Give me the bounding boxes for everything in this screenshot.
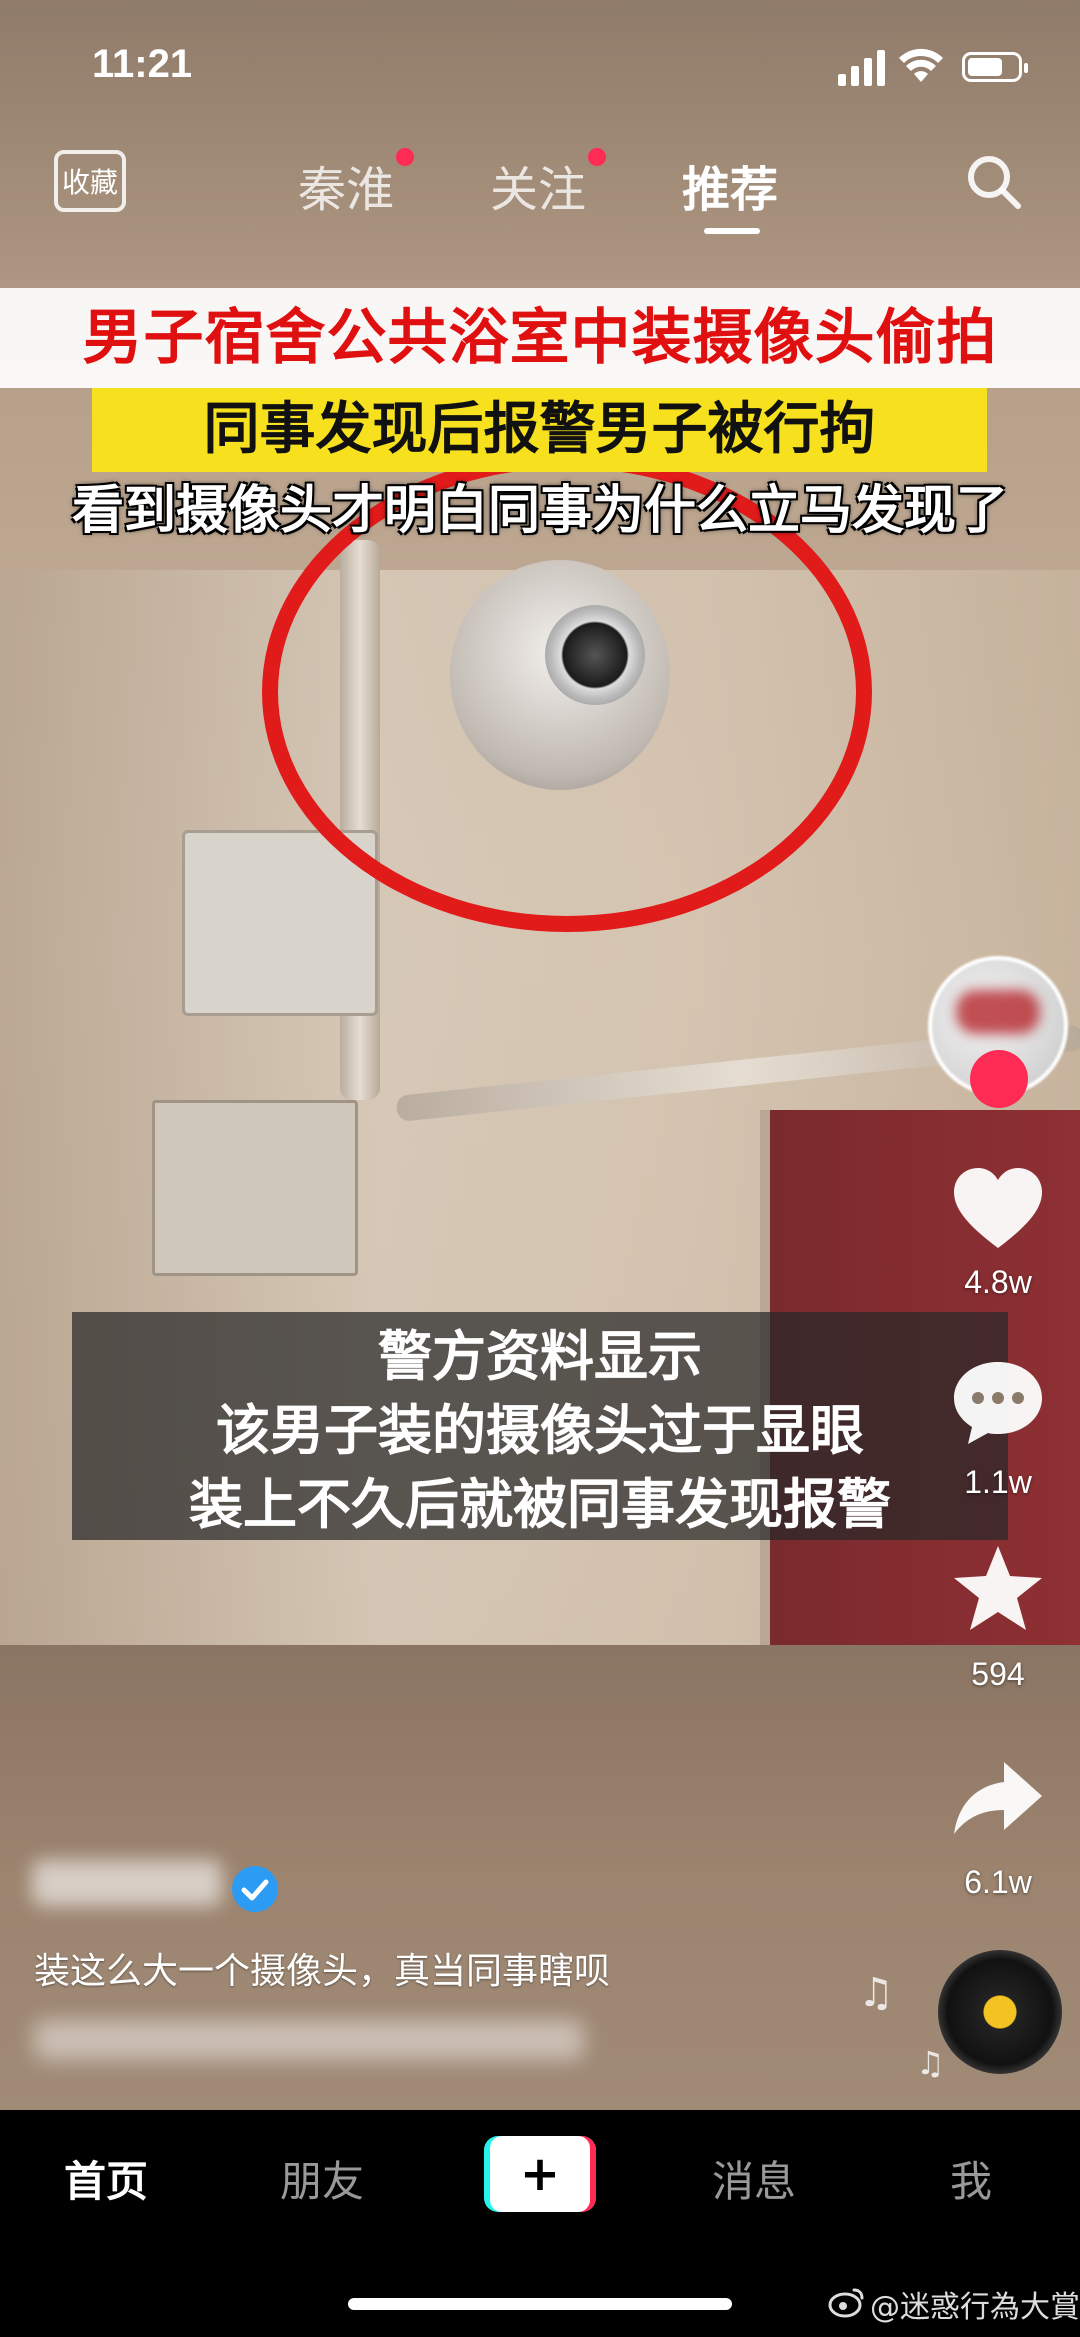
favorites-button[interactable]: 收藏: [54, 150, 126, 212]
verified-badge-icon: [232, 1866, 278, 1912]
home-indicator: [348, 2298, 732, 2310]
video-subtitle: 警方资料显示 该男子装的摄像头过于显眼 装上不久后就被同事发现报警: [72, 1312, 1008, 1540]
tab-following[interactable]: 关注: [490, 150, 586, 220]
music-note-icon: ♫: [916, 2044, 945, 2082]
share-icon[interactable]: [948, 1748, 1048, 1848]
comment-count: 1.1w: [964, 1464, 1032, 1500]
video-caption-line2: 同事发现后报警男子被行拘: [92, 388, 987, 472]
status-bar: 11:21: [0, 0, 1080, 130]
like-count: 4.8w: [964, 1264, 1032, 1300]
nav-messages[interactable]: 消息: [712, 2148, 796, 2209]
music-info-blurred[interactable]: [34, 2020, 584, 2060]
like-icon[interactable]: [948, 1160, 1048, 1260]
nav-friends[interactable]: 朋友: [280, 2148, 364, 2209]
favorites-label: 收藏: [61, 166, 118, 199]
weibo-logo-icon: [828, 2288, 864, 2318]
subtitle-line: 该男子装的摄像头过于显眼: [216, 1399, 864, 1462]
video-caption-line3: 看到摄像头才明白同事为什么立马发现了: [71, 481, 1008, 541]
video-caption-line1: 男子宿舍公共浴室中装摄像头偷拍: [0, 288, 1080, 388]
tab-qinhuai[interactable]: 秦淮: [298, 150, 394, 220]
avatar-image: [956, 990, 1040, 1034]
comment-icon[interactable]: [948, 1352, 1048, 1452]
watermark-text: @迷惑行為大賞: [870, 2290, 1080, 2325]
favorite-count: 594: [971, 1656, 1025, 1692]
share-count: 6.1w: [964, 1864, 1032, 1900]
switch-panel: [152, 1100, 358, 1276]
tab-following-dot: [588, 148, 606, 166]
favorite-star-icon[interactable]: [948, 1540, 1048, 1640]
subtitle-line: 警方资料显示: [378, 1325, 702, 1388]
subtitle-line: 装上不久后就被同事发现报警: [189, 1473, 891, 1536]
active-tab-indicator: [704, 228, 760, 234]
status-time: 11:21: [92, 42, 193, 86]
music-note-icon: ♫: [858, 1970, 894, 2016]
create-button[interactable]: +: [484, 2136, 596, 2212]
tab-qinhuai-dot: [396, 148, 414, 166]
battery-icon: [962, 52, 1028, 82]
search-icon[interactable]: [964, 152, 1024, 212]
music-disc[interactable]: [938, 1950, 1062, 2074]
tab-recommended[interactable]: 推荐: [682, 150, 778, 220]
nav-me[interactable]: 我: [950, 2148, 992, 2209]
video-description[interactable]: 装这么大一个摄像头，真当同事瞎呗: [34, 1942, 610, 1994]
author-name-blurred[interactable]: [32, 1860, 222, 1906]
plus-icon: +: [490, 2136, 590, 2212]
follow-button[interactable]: [970, 1050, 1028, 1108]
cellular-signal-icon: [838, 50, 885, 86]
wifi-icon: [899, 48, 943, 82]
nav-home[interactable]: 首页: [64, 2148, 148, 2209]
